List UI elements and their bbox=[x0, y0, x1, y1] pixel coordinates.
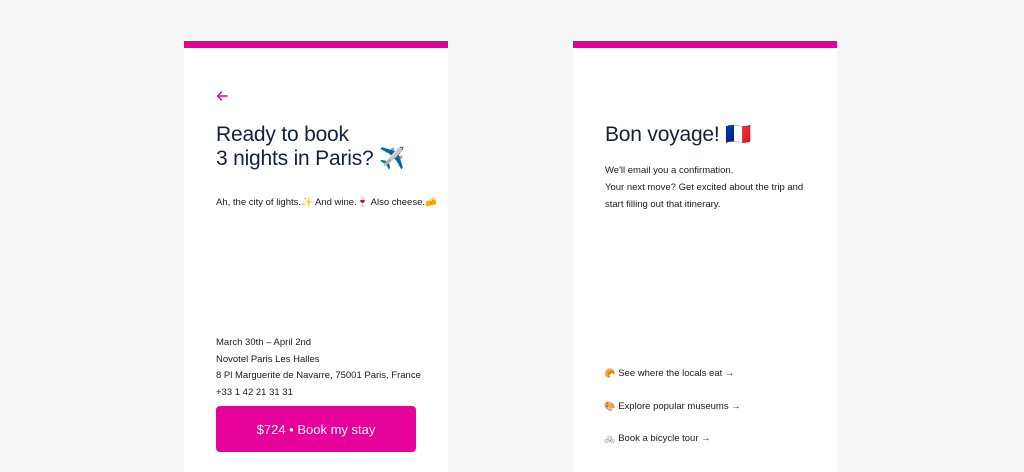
arrow-left-icon[interactable] bbox=[215, 89, 229, 103]
booking-title: Ready to book 3 nights in Paris? ✈️ bbox=[216, 123, 436, 171]
hotel-phone: +33 1 42 21 31 31 bbox=[216, 386, 293, 398]
museums-link[interactable]: 🎨 Explore popular museums → bbox=[604, 401, 741, 412]
confirmation-line: start filling out that itinerary. bbox=[605, 199, 721, 210]
booking-dates: March 30th – April 2nd bbox=[216, 337, 312, 348]
link-label: See where the locals eat → bbox=[618, 368, 735, 379]
hotel-address: 8 Pl Marguerite de Navarre, 75001 Paris,… bbox=[216, 370, 421, 381]
booking-card: Ready to book 3 nights in Paris? ✈️ Ah, … bbox=[184, 41, 448, 472]
booking-title-line-1: Ready to book bbox=[216, 123, 349, 146]
bicycle-tour-link[interactable]: 🚲 Book a bicycle tour → bbox=[604, 433, 711, 444]
book-my-stay-button[interactable]: $724 • Book my stay bbox=[216, 406, 416, 452]
locals-eat-link[interactable]: 🥐 See where the locals eat → bbox=[604, 368, 734, 379]
hotel-name: Novotel Paris Les Halles bbox=[216, 353, 320, 365]
link-label: Explore popular museums → bbox=[618, 401, 741, 412]
booking-details: March 30th – April 2nd Novotel Paris Les… bbox=[216, 335, 421, 401]
booking-title-line-2: 3 nights in Paris? ✈️ bbox=[216, 147, 406, 170]
confirmation-title: Bon voyage! 🇫🇷 bbox=[605, 123, 752, 146]
confirmation-card: Bon voyage! 🇫🇷 We'll email you a confirm… bbox=[573, 41, 837, 472]
confirmation-line: Your next move? Get excited about the tr… bbox=[605, 182, 804, 193]
croissant-icon: 🥐 bbox=[604, 368, 616, 378]
link-label: Book a bicycle tour → bbox=[618, 433, 711, 444]
confirmation-line: We'll email you a confirmation. bbox=[605, 165, 734, 176]
bicycle-icon: 🚲 bbox=[604, 433, 616, 443]
palette-icon: 🎨 bbox=[604, 401, 616, 411]
booking-subtitle: Ah, the city of lights.✨ And wine.🍷 Also… bbox=[216, 197, 437, 208]
confirmation-message: We'll email you a confirmation. Your nex… bbox=[605, 162, 815, 213]
